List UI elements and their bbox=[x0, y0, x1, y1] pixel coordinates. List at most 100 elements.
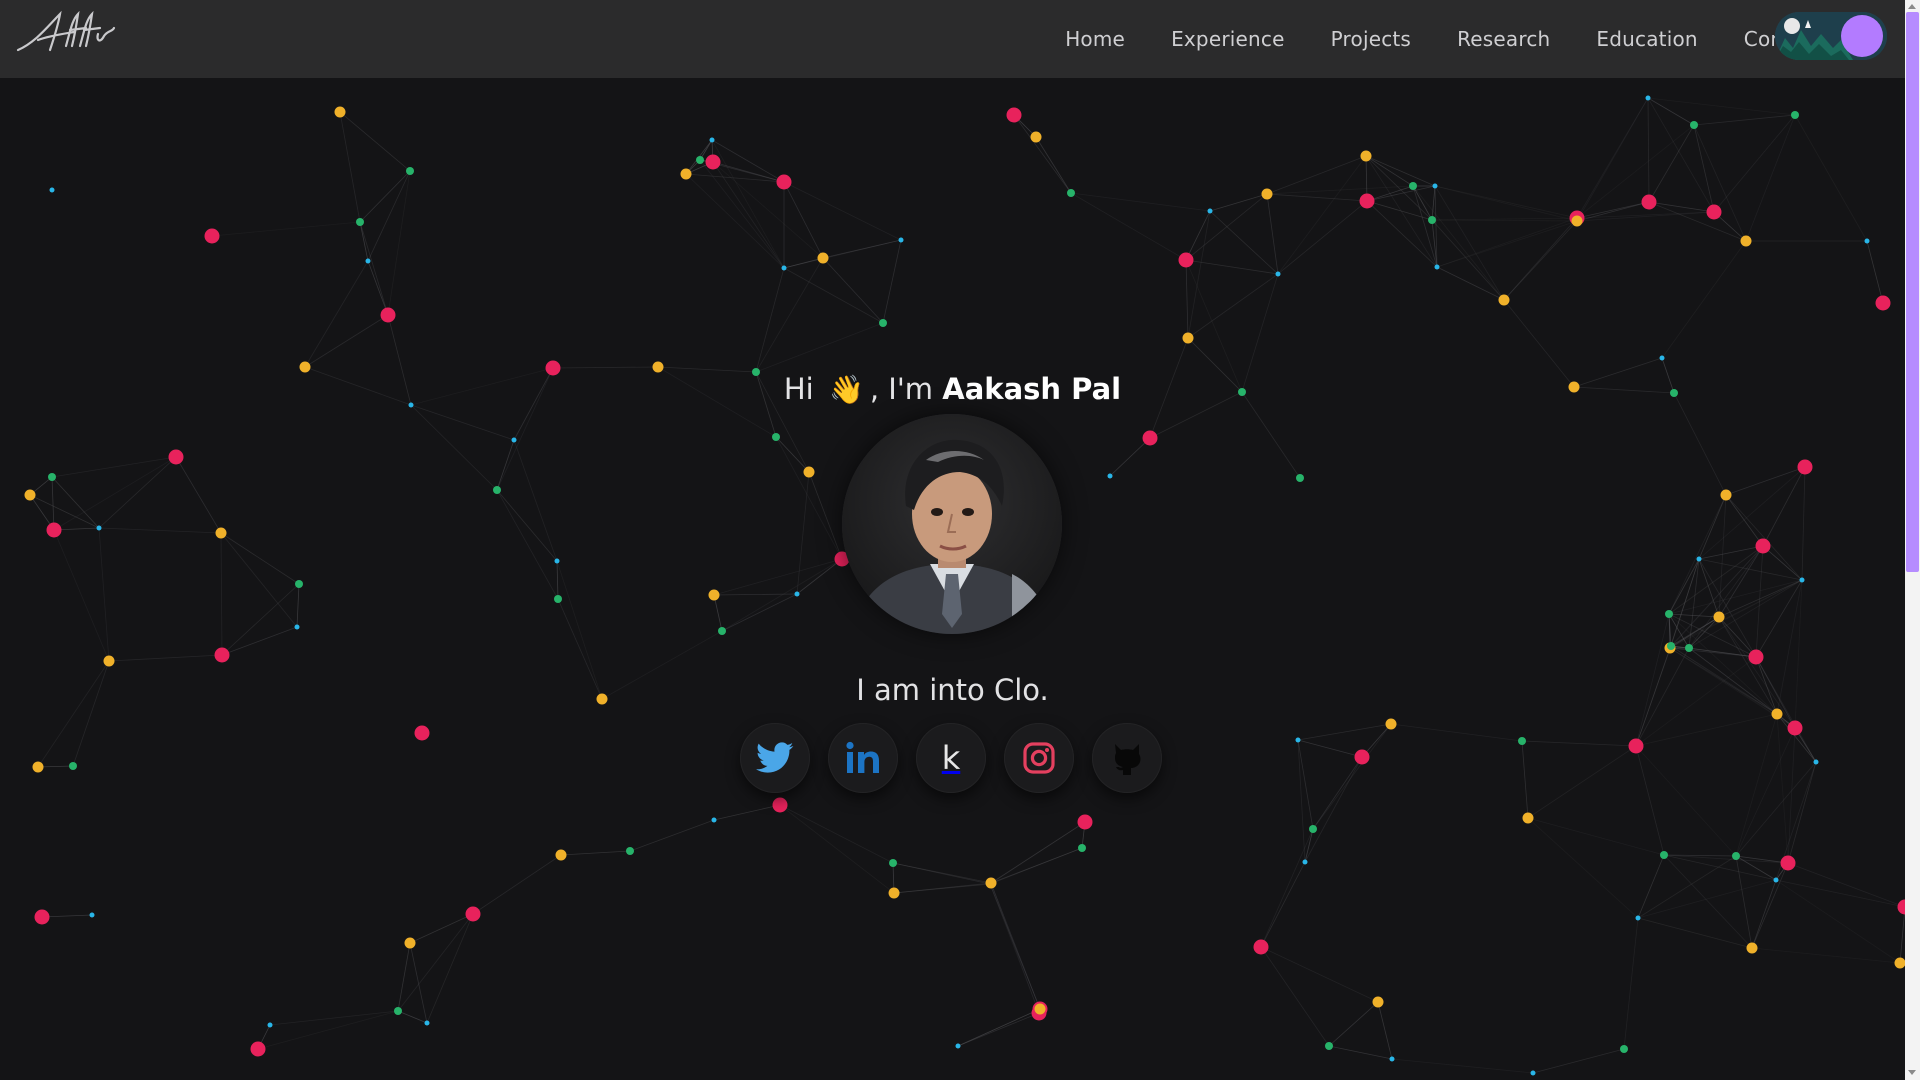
particle-dot bbox=[554, 558, 560, 564]
scrollbar-thumb[interactable] bbox=[1906, 12, 1919, 572]
particle-dot bbox=[1713, 611, 1725, 623]
particle-dot bbox=[696, 156, 704, 164]
twitter-button[interactable] bbox=[740, 723, 810, 793]
particle-dot bbox=[424, 1020, 430, 1026]
particle-dot bbox=[817, 252, 829, 264]
particle-dot bbox=[1409, 182, 1417, 190]
particle-dot bbox=[555, 849, 567, 861]
particle-dot bbox=[1434, 264, 1440, 270]
particle-dot bbox=[1518, 737, 1526, 745]
particle-dot bbox=[772, 797, 788, 813]
social-links: k bbox=[740, 723, 1166, 793]
particle-dot bbox=[1620, 1045, 1628, 1053]
particle-dot bbox=[1432, 183, 1438, 189]
particle-dot bbox=[1696, 556, 1702, 562]
particle-dot bbox=[1797, 459, 1813, 475]
particle-dot bbox=[652, 361, 664, 373]
main-nav: Home Experience Projects Research Educat… bbox=[1019, 0, 1823, 78]
particle-dot bbox=[888, 887, 900, 899]
particle-dot bbox=[204, 228, 220, 244]
particle-dot bbox=[1748, 649, 1764, 665]
particle-dot bbox=[1780, 855, 1796, 871]
particle-dot bbox=[776, 174, 792, 190]
particle-dot bbox=[406, 167, 414, 175]
person-name: Aakash Pal bbox=[942, 372, 1122, 406]
scroll-down-arrow-icon[interactable] bbox=[1908, 1070, 1916, 1075]
particle-dot bbox=[250, 1041, 266, 1057]
particle-dot bbox=[414, 725, 430, 741]
particle-dot bbox=[168, 449, 184, 465]
particle-dot bbox=[1325, 1042, 1333, 1050]
particle-dot bbox=[781, 265, 787, 271]
particle-dot bbox=[1645, 95, 1651, 101]
particle-dot bbox=[1006, 107, 1022, 123]
particle-dot bbox=[299, 361, 311, 373]
particle-dot bbox=[1799, 577, 1805, 583]
particle-dot bbox=[511, 437, 517, 443]
particle-dot bbox=[1685, 644, 1693, 652]
kaggle-button[interactable]: k bbox=[916, 723, 986, 793]
particle-dot bbox=[1067, 189, 1075, 197]
particle-dot bbox=[955, 1043, 961, 1049]
kaggle-icon: k bbox=[941, 739, 961, 777]
particle-dot bbox=[380, 307, 396, 323]
particle-dot bbox=[1530, 1070, 1536, 1076]
particle-dot bbox=[803, 466, 815, 478]
particle-dot bbox=[89, 912, 95, 918]
nav-home[interactable]: Home bbox=[1065, 27, 1125, 51]
nav-research[interactable]: Research bbox=[1457, 27, 1550, 51]
particle-dot bbox=[898, 237, 904, 243]
github-button[interactable] bbox=[1092, 723, 1162, 793]
particle-dot bbox=[772, 433, 780, 441]
nav-projects[interactable]: Projects bbox=[1331, 27, 1411, 51]
particle-dot bbox=[1522, 812, 1534, 824]
greeting-mid: , I'm bbox=[869, 372, 934, 406]
particle-dot bbox=[1791, 111, 1799, 119]
particle-dot bbox=[1107, 473, 1113, 479]
particle-dot bbox=[1498, 294, 1510, 306]
particle-dot bbox=[1302, 859, 1308, 865]
particle-dot bbox=[708, 589, 720, 601]
scroll-up-arrow-icon[interactable] bbox=[1908, 4, 1916, 9]
particle-dot bbox=[49, 187, 55, 193]
greeting-heading: Hi 👋, I'm Aakash Pal bbox=[0, 372, 1905, 406]
twitter-icon bbox=[756, 742, 794, 773]
particle-dot bbox=[69, 762, 77, 770]
signature-logo[interactable] bbox=[14, 6, 118, 54]
particle-dot bbox=[1771, 708, 1783, 720]
theme-toggle[interactable] bbox=[1775, 12, 1887, 60]
nav-experience[interactable]: Experience bbox=[1171, 27, 1285, 51]
particle-dot bbox=[554, 595, 562, 603]
particle-dot bbox=[718, 627, 726, 635]
particle-dot bbox=[1389, 1056, 1395, 1062]
particle-dot bbox=[1360, 150, 1372, 162]
particle-dot bbox=[680, 168, 692, 180]
toggle-knob[interactable] bbox=[1841, 15, 1883, 57]
particle-dot bbox=[493, 486, 501, 494]
particle-dot bbox=[1864, 238, 1870, 244]
particle-dot bbox=[34, 909, 50, 925]
particle-dot bbox=[1385, 718, 1397, 730]
particle-dot bbox=[705, 154, 721, 170]
particle-dot bbox=[294, 624, 300, 630]
particle-dot bbox=[879, 319, 887, 327]
particle-dot bbox=[103, 655, 115, 667]
moon-icon bbox=[1784, 18, 1800, 34]
linkedin-button[interactable] bbox=[828, 723, 898, 793]
particle-dot bbox=[1746, 942, 1758, 954]
particle-dot bbox=[1261, 188, 1273, 200]
particle-dot bbox=[394, 1007, 402, 1015]
particle-dot bbox=[334, 106, 346, 118]
particle-dot bbox=[711, 817, 717, 823]
particle-dot bbox=[295, 580, 303, 588]
particle-dot bbox=[1787, 720, 1803, 736]
github-icon bbox=[1115, 744, 1141, 775]
particle-dot bbox=[1178, 252, 1194, 268]
profile-photo bbox=[842, 414, 1062, 634]
nav-education[interactable]: Education bbox=[1596, 27, 1697, 51]
particle-dot bbox=[1660, 851, 1668, 859]
wave-emoji-icon: 👋 bbox=[828, 373, 864, 406]
particle-dot bbox=[1706, 204, 1722, 220]
particle-dot bbox=[1309, 825, 1317, 833]
instagram-button[interactable] bbox=[1004, 723, 1074, 793]
